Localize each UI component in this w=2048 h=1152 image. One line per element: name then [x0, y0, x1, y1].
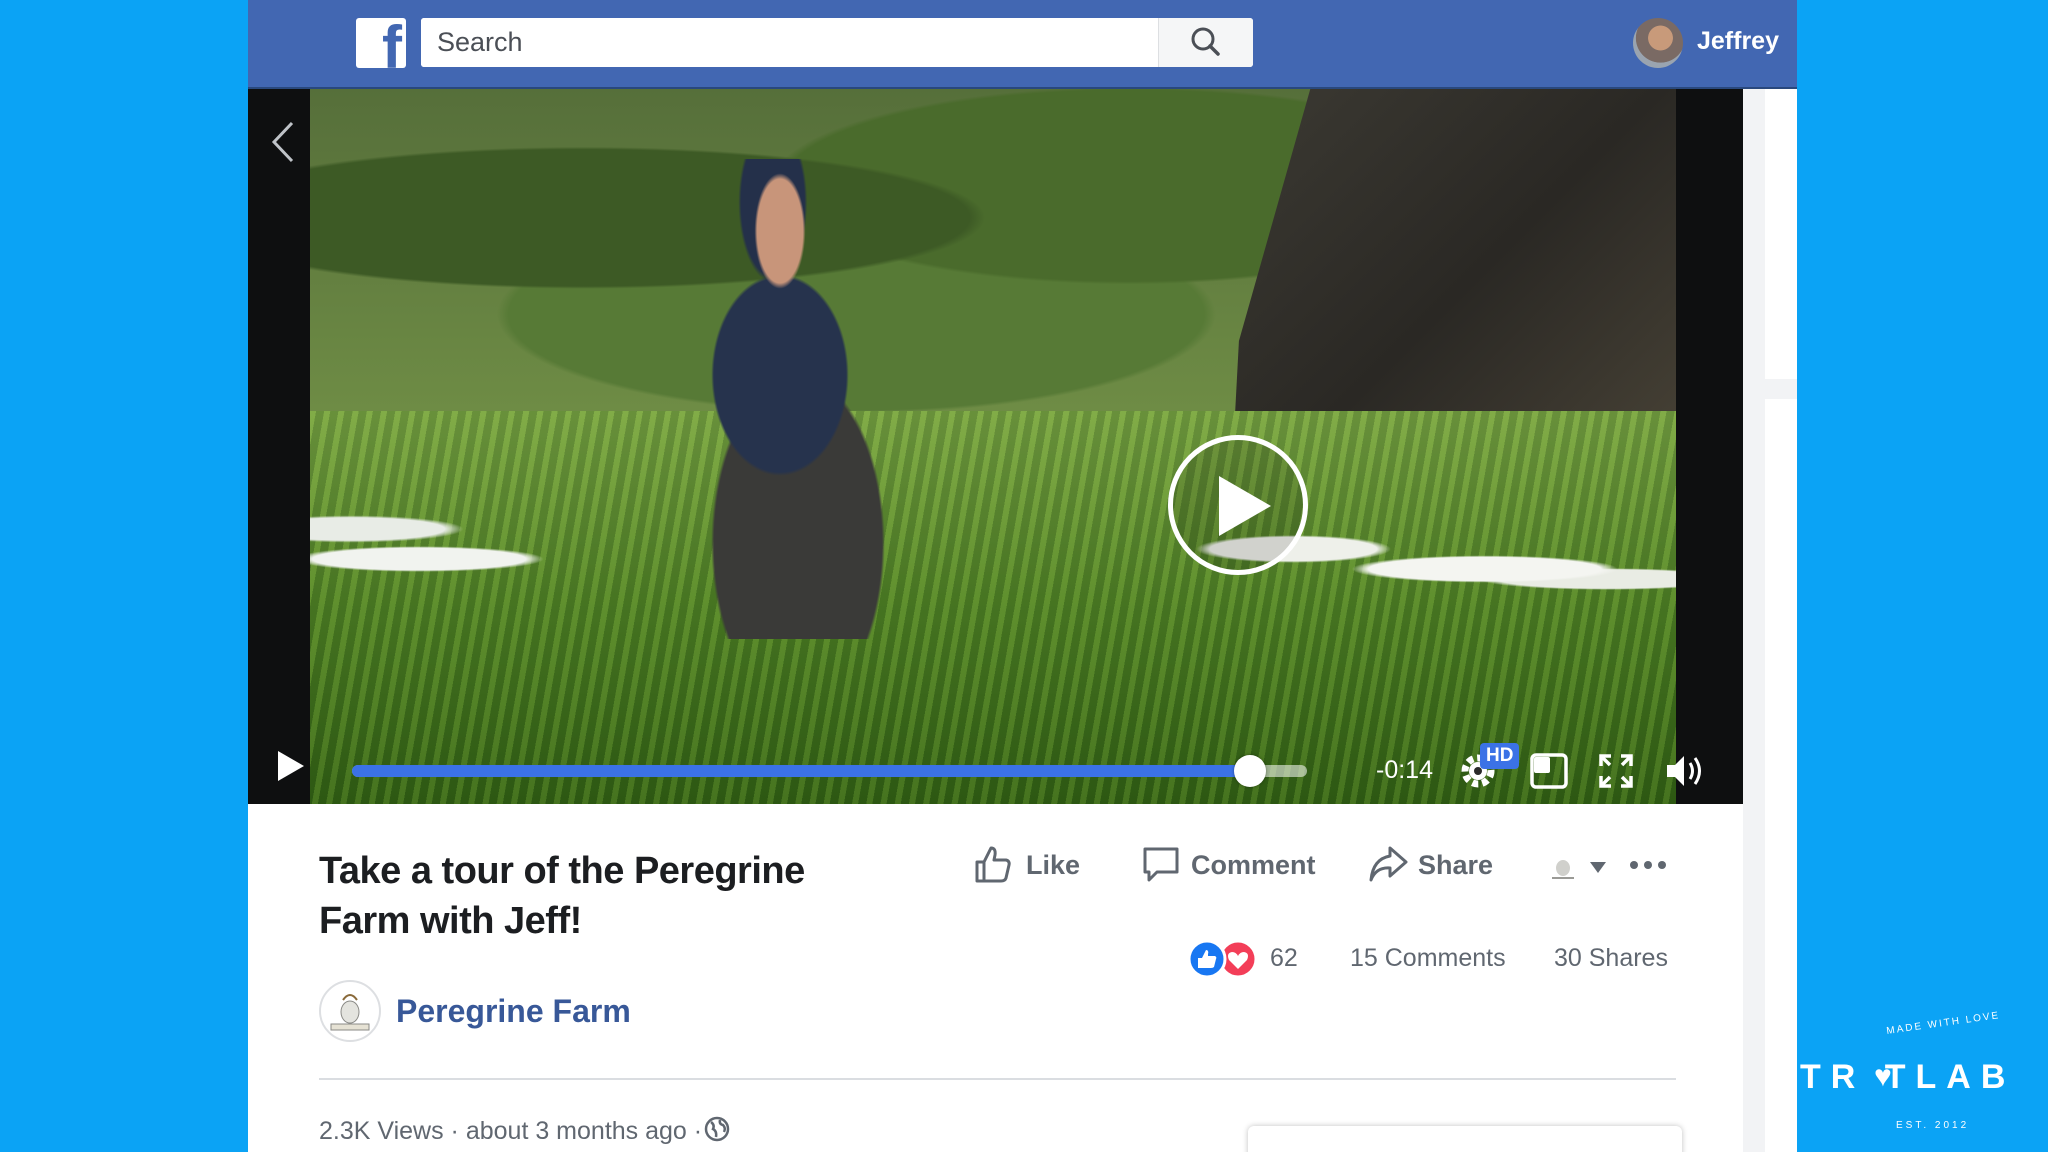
chevron-down-icon[interactable] [1590, 862, 1606, 873]
heart-icon: ♥ [1874, 1060, 1892, 1093]
search-input[interactable] [421, 18, 1157, 67]
search-icon [1191, 27, 1220, 56]
center-play-button[interactable] [1168, 435, 1308, 575]
watermark-brand: TR TLAB [1800, 1058, 2016, 1096]
share-button[interactable]: Share [1368, 844, 1508, 888]
post-meta: 2.3K Views · about 3 months ago · [319, 1117, 703, 1145]
user-avatar[interactable] [1633, 18, 1683, 68]
video-player[interactable]: -0:14 HD [248, 89, 1743, 804]
page-name-link[interactable]: Peregrine Farm [396, 993, 631, 1030]
watermark-tagline: MADE WITH LOVE [1885, 1010, 2001, 1037]
sidebar-panel-bottom [1765, 399, 1797, 1152]
share-arrow-icon [1369, 846, 1408, 882]
search-button[interactable] [1158, 18, 1253, 67]
video-frame[interactable] [310, 89, 1676, 804]
comment-icon [1143, 847, 1179, 882]
reactions-icons[interactable] [1186, 938, 1256, 980]
video-scene-person [600, 159, 960, 639]
reaction-count[interactable]: 62 [1270, 944, 1298, 973]
post-time[interactable]: about 3 months ago [466, 1117, 687, 1145]
video-controls: -0:14 HD [248, 729, 1743, 799]
like-button[interactable]: Like [973, 844, 1093, 888]
share-label: Share [1418, 850, 1494, 880]
divider [319, 1078, 1676, 1080]
comment-label: Comment [1191, 850, 1316, 880]
facebook-logo-letter: f [382, 18, 402, 68]
video-scene-birds [310, 489, 1676, 689]
sidebar-panel-top [1765, 89, 1797, 379]
page-avatar-small-icon[interactable] [1548, 852, 1578, 882]
facebook-logo-icon[interactable]: f [356, 18, 406, 68]
shares-count[interactable]: 30 Shares [1554, 944, 1668, 973]
facebook-window: f Jeffrey [248, 0, 1797, 1152]
play-icon [1219, 476, 1271, 536]
thumbs-up-icon [975, 846, 1011, 883]
globe-icon [704, 1116, 730, 1142]
progress-bar-fill [352, 765, 1250, 777]
suggested-card[interactable] [1248, 1126, 1682, 1152]
comment-button[interactable]: Comment [1141, 844, 1341, 888]
view-count: 2.3K Views [319, 1117, 444, 1145]
hd-badge: HD [1480, 743, 1520, 769]
fullscreen-icon[interactable] [1598, 753, 1634, 789]
back-arrow-icon[interactable] [268, 117, 298, 167]
page-avatar[interactable] [319, 980, 381, 1042]
more-options-icon[interactable] [1628, 852, 1668, 878]
progress-bar[interactable] [352, 755, 1307, 787]
volume-icon[interactable] [1664, 751, 1708, 791]
comments-count[interactable]: 15 Comments [1350, 944, 1506, 973]
play-icon[interactable] [276, 749, 306, 783]
picture-in-picture-icon[interactable] [1530, 753, 1568, 789]
user-name[interactable]: Jeffrey [1697, 27, 1779, 56]
watermark-established: EST. 2012 [1896, 1120, 1970, 1131]
search-box [421, 18, 1253, 67]
like-label: Like [1026, 850, 1081, 880]
trotlab-watermark: MADE WITH LOVE TR TLAB ♥ EST. 2012 [1796, 1000, 2048, 1152]
time-remaining: -0:14 [1376, 756, 1433, 784]
top-navigation-bar: f Jeffrey [248, 0, 1797, 89]
progress-scrubber[interactable] [1233, 755, 1266, 787]
page-logo-icon [323, 984, 377, 1038]
right-sidebar [1743, 89, 1797, 1152]
video-title: Take a tour of the Peregrine Farm with J… [319, 850, 805, 942]
